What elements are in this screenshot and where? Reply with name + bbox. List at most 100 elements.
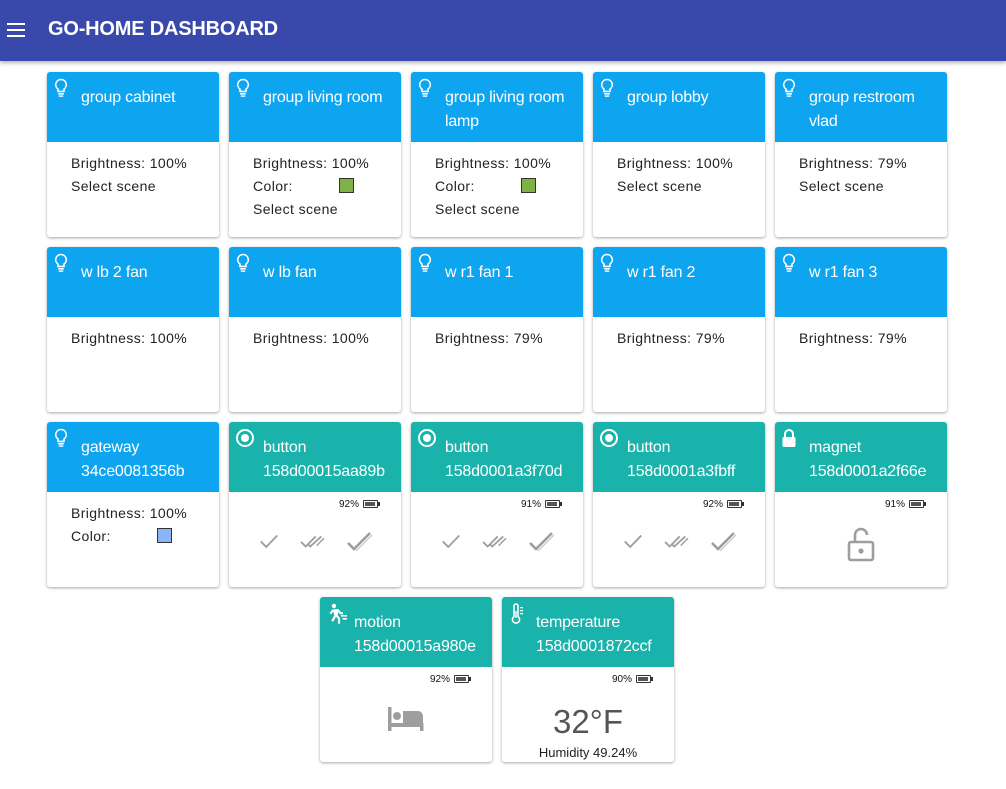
battery-percent: 90% (611, 673, 632, 685)
check-icon[interactable] (440, 530, 462, 552)
app-bar: GO-HOME DASHBOARD (0, 0, 1006, 61)
select-scene-link[interactable]: Select scene (253, 200, 393, 223)
card-title: button 158d00015aa89b (263, 439, 385, 480)
card-header[interactable]: group restroom vlad (775, 72, 947, 142)
lightbulb-icon (235, 253, 251, 273)
double-check-icon[interactable] (664, 530, 690, 552)
battery-icon (727, 500, 744, 508)
battery-percent: 92% (429, 673, 450, 685)
double-check-icon[interactable] (300, 530, 326, 552)
long-press-check-icon[interactable] (528, 530, 556, 554)
card-header[interactable]: magnet 158d0001a2f66e (775, 422, 947, 492)
card-header[interactable]: gateway 34ce0081356b (47, 422, 219, 492)
thermometer-icon (508, 603, 524, 625)
brightness-label: Brightness: 100% (617, 155, 734, 171)
device-card-button-158d0001a3f70d: button 158d0001a3f70d 91% (411, 422, 583, 587)
card-header[interactable]: button 158d00015aa89b (229, 422, 401, 492)
device-card-w-lb-2-fan: w lb 2 fan Brightness: 100% (47, 247, 219, 412)
color-label: Color: (71, 528, 111, 544)
device-card-magnet: magnet 158d0001a2f66e 91% (775, 422, 947, 587)
lightbulb-icon (53, 78, 69, 98)
battery-percent: 92% (702, 498, 723, 510)
humidity-value: Humidity 49.24% (538, 745, 638, 760)
card-header[interactable]: w r1 fan 1 (411, 247, 583, 317)
device-card-motion: motion 158d00015a980e 92% (320, 597, 492, 762)
brightness-label: Brightness: 100% (253, 330, 370, 346)
radio-button-icon (417, 428, 437, 448)
card-header[interactable]: w lb 2 fan (47, 247, 219, 317)
temperature-value: 32°F (552, 703, 624, 740)
check-icon[interactable] (622, 530, 644, 552)
color-label: Color: (253, 178, 293, 194)
device-card-group-lobby: group lobby Brightness: 100% Select scen… (593, 72, 765, 237)
battery-indicator: 90% (611, 673, 653, 685)
brightness-label: Brightness: 100% (253, 155, 370, 171)
battery-icon (545, 500, 562, 508)
select-scene-link[interactable]: Select scene (71, 177, 211, 200)
brightness-label: Brightness: 100% (435, 155, 552, 171)
select-scene-link[interactable]: Select scene (617, 177, 757, 200)
card-title: w lb fan (263, 264, 317, 281)
card-header[interactable]: w lb fan (229, 247, 401, 317)
card-header[interactable]: button 158d0001a3fbff (593, 422, 765, 492)
battery-icon (909, 500, 926, 508)
battery-percent: 91% (884, 498, 905, 510)
battery-icon (363, 500, 380, 508)
card-header[interactable]: w r1 fan 3 (775, 247, 947, 317)
select-scene-link[interactable]: Select scene (435, 200, 575, 223)
card-header[interactable]: group lobby (593, 72, 765, 142)
battery-icon (454, 675, 471, 683)
lightbulb-icon (781, 253, 797, 273)
brightness-label: Brightness: 100% (71, 155, 188, 171)
card-header[interactable]: temperature 158d0001872ccf (502, 597, 674, 667)
double-check-icon[interactable] (482, 530, 508, 552)
card-title: w r1 fan 1 (445, 264, 514, 281)
menu-icon[interactable] (7, 23, 25, 37)
check-icon[interactable] (258, 530, 280, 552)
card-header[interactable]: group living room (229, 72, 401, 142)
card-header[interactable]: group living room lamp (411, 72, 583, 142)
battery-percent: 92% (338, 498, 359, 510)
card-header[interactable]: group cabinet (47, 72, 219, 142)
lightbulb-icon (417, 78, 433, 98)
card-header[interactable]: motion 158d00015a980e (320, 597, 492, 667)
device-card-button-158d0001a3fbff: button 158d0001a3fbff 92% (593, 422, 765, 587)
card-header[interactable]: w r1 fan 2 (593, 247, 765, 317)
card-header[interactable]: button 158d0001a3f70d (411, 422, 583, 492)
lightbulb-icon (235, 78, 251, 98)
battery-indicator: 92% (429, 673, 471, 685)
lightbulb-icon (53, 428, 69, 448)
radio-button-icon (599, 428, 619, 448)
color-swatch[interactable] (157, 528, 172, 543)
color-swatch[interactable] (339, 178, 354, 193)
lightbulb-icon (599, 253, 615, 273)
brightness-label: Brightness: 79% (799, 330, 907, 346)
color-swatch[interactable] (521, 178, 536, 193)
device-card-group-cabinet: group cabinet Brightness: 100% Select sc… (47, 72, 219, 237)
battery-indicator: 91% (884, 498, 926, 510)
long-press-check-icon[interactable] (710, 530, 738, 554)
card-title: magnet 158d0001a2f66e (809, 439, 927, 480)
brightness-label: Brightness: 100% (71, 505, 188, 521)
device-card-w-r1-fan-3: w r1 fan 3 Brightness: 79% (775, 247, 947, 412)
card-title: group living room (263, 89, 383, 106)
radio-button-icon (235, 428, 255, 448)
card-title: group restroom vlad (809, 89, 915, 130)
card-title: group lobby (627, 89, 709, 106)
card-title: temperature 158d0001872ccf (536, 614, 652, 655)
device-card-temperature: temperature 158d0001872ccf 90% 32°F Humi… (502, 597, 674, 762)
battery-indicator: 92% (338, 498, 380, 510)
bed-icon (388, 707, 424, 731)
card-title: group cabinet (81, 89, 176, 106)
select-scene-link[interactable]: Select scene (799, 177, 939, 200)
card-title: gateway 34ce0081356b (81, 439, 185, 480)
brightness-label: Brightness: 79% (617, 330, 725, 346)
lightbulb-icon (781, 78, 797, 98)
long-press-check-icon[interactable] (346, 530, 374, 554)
device-card-w-r1-fan-1: w r1 fan 1 Brightness: 79% (411, 247, 583, 412)
card-title: button 158d0001a3f70d (445, 439, 563, 480)
battery-indicator: 92% (702, 498, 744, 510)
card-title: w r1 fan 3 (809, 264, 878, 281)
device-card-group-living-room: group living room Brightness: 100% Color… (229, 72, 401, 237)
device-card-button-158d00015aa89b: button 158d00015aa89b 92% (229, 422, 401, 587)
